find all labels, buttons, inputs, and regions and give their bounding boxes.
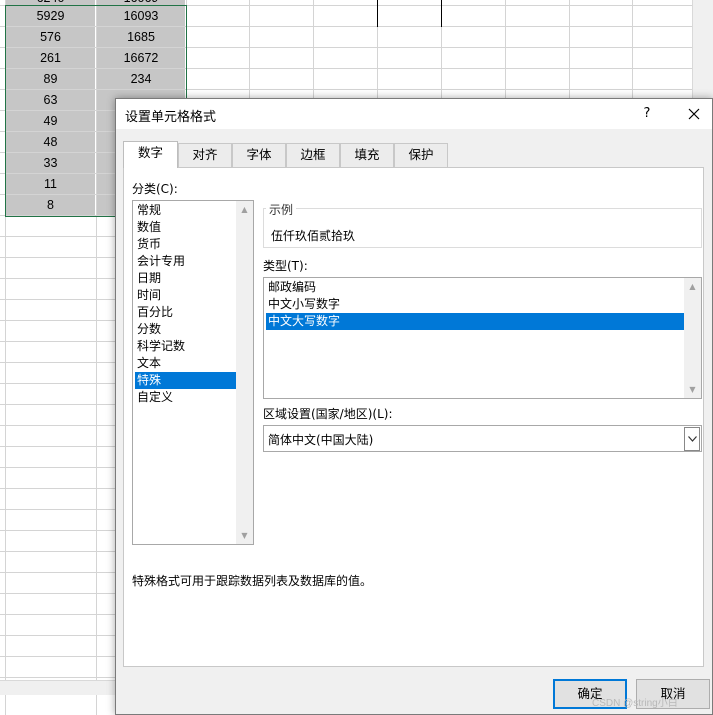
category-item[interactable]: 日期 — [135, 270, 236, 287]
watermark: CSDN @string小白 — [592, 698, 678, 709]
number-tab-panel: 分类(C): 常规 数值 货币 会计专用 日期 时间 百分比 分数 科学记数 文本 特殊 自定义 ▲ … — [123, 167, 704, 667]
bordered-cell-edge — [441, 0, 442, 27]
scroll-down-icon[interactable]: ▼ — [236, 527, 253, 544]
type-item[interactable]: 中文大写数字 — [266, 313, 684, 330]
category-label: 分类(C): — [132, 182, 178, 196]
scroll-down-icon[interactable]: ▼ — [684, 381, 701, 398]
horizontal-scrollbar[interactable] — [0, 680, 115, 695]
locale-select[interactable]: 简体中文(中国大陆) — [263, 425, 702, 452]
category-item[interactable]: 百分比 — [135, 304, 236, 321]
tab-border[interactable]: 边框 — [286, 143, 340, 167]
type-list[interactable]: 邮政编码 中文小写数字 中文大写数字 ▲ ▼ — [263, 277, 702, 399]
help-button[interactable]: ? — [635, 103, 659, 125]
tab-font[interactable]: 字体 — [232, 143, 286, 167]
category-item[interactable]: 会计专用 — [135, 253, 236, 270]
category-item[interactable]: 特殊 — [135, 372, 236, 389]
tab-protection[interactable]: 保护 — [394, 143, 448, 167]
sample-title: 示例 — [266, 201, 297, 218]
bordered-cell-edge — [377, 0, 378, 27]
sample-value: 伍仟玖佰贰拾玖 — [271, 229, 356, 243]
category-item[interactable]: 分数 — [135, 321, 236, 338]
tab-alignment[interactable]: 对齐 — [178, 143, 232, 167]
locale-label: 区域设置(国家/地区)(L): — [263, 407, 393, 421]
close-button[interactable] — [682, 102, 706, 126]
category-list[interactable]: 常规 数值 货币 会计专用 日期 时间 百分比 分数 科学记数 文本 特殊 自定义 ▲ ▼ — [132, 200, 254, 545]
category-item[interactable]: 数值 — [135, 219, 236, 236]
dialog-title: 设置单元格格式 — [125, 110, 217, 125]
category-scrollbar[interactable]: ▲ ▼ — [236, 201, 253, 544]
scroll-up-icon[interactable]: ▲ — [684, 278, 701, 295]
format-cells-dialog: 设置单元格格式 ? 数字 对齐 字体 边框 填充 保护 分类(C): 常规 数值货… — [115, 98, 713, 715]
type-item[interactable]: 中文小写数字 — [266, 296, 684, 313]
dialog-titlebar[interactable]: 设置单元格格式 ? — [116, 99, 712, 129]
category-item[interactable]: 常规 — [135, 202, 236, 219]
chevron-down-icon — [687, 436, 697, 442]
scroll-up-icon[interactable]: ▲ — [236, 201, 253, 218]
category-item[interactable]: 自定义 — [135, 389, 236, 406]
type-label: 类型(T): — [263, 259, 308, 273]
category-item[interactable]: 时间 — [135, 287, 236, 304]
tab-fill[interactable]: 填充 — [340, 143, 394, 167]
sample-group: 示例 伍仟玖佰贰拾玖 — [263, 201, 702, 248]
category-item[interactable]: 文本 — [135, 355, 236, 372]
locale-value: 简体中文(中国大陆) — [268, 433, 374, 447]
type-item[interactable]: 邮政编码 — [266, 279, 684, 296]
close-icon — [688, 108, 700, 120]
description-text: 特殊格式可用于跟踪数据列表及数据库的值。 — [132, 574, 373, 588]
type-scrollbar[interactable]: ▲ ▼ — [684, 278, 701, 398]
tab-number[interactable]: 数字 — [123, 141, 178, 168]
locale-dropdown-button[interactable] — [684, 427, 700, 451]
category-item[interactable]: 科学记数 — [135, 338, 236, 355]
category-item[interactable]: 货币 — [135, 236, 236, 253]
